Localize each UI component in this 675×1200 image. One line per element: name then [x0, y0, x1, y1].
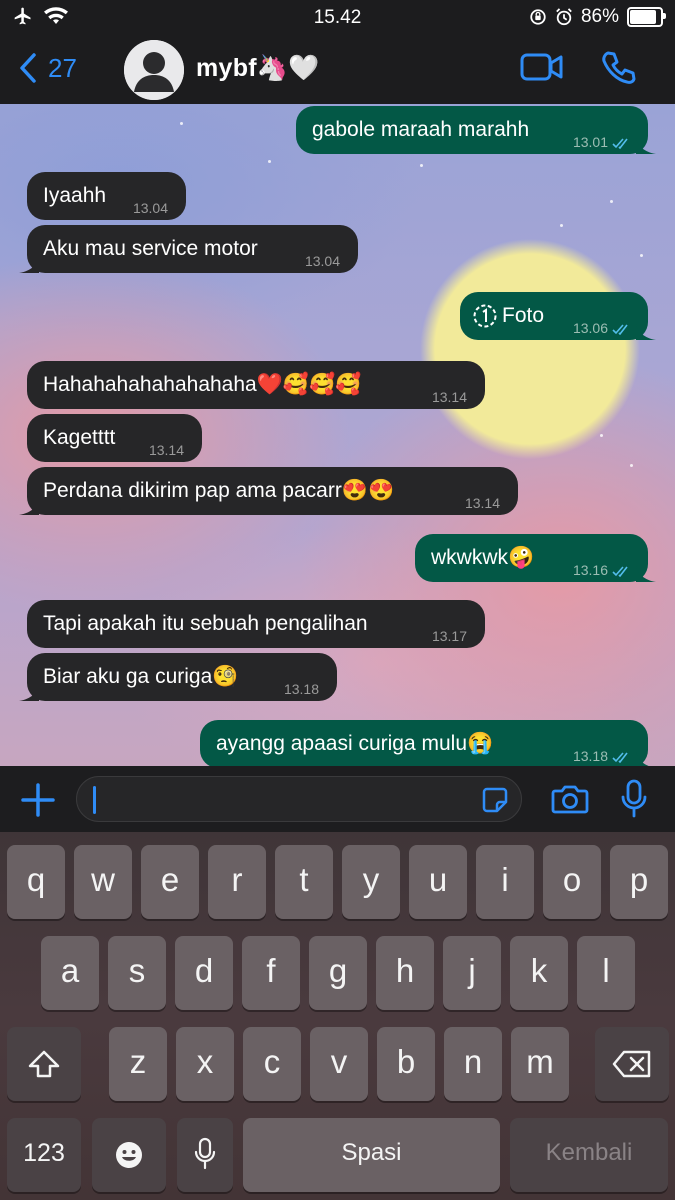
- message-incoming[interactable]: Kagetttt 13.14: [27, 414, 202, 462]
- view-once-icon: [473, 304, 497, 328]
- message-incoming[interactable]: Hahahahahahahahaha❤️🥰🥰🥰 13.14: [27, 361, 485, 409]
- microphone-icon[interactable]: [620, 779, 648, 819]
- key-n[interactable]: n: [444, 1027, 502, 1101]
- battery-icon: [627, 7, 666, 27]
- message-time: 13.14: [431, 389, 467, 405]
- message-text: Kagetttt: [43, 426, 116, 449]
- message-incoming[interactable]: Aku mau service motor 13.04: [19, 225, 358, 273]
- message-time: 13.04: [132, 200, 168, 216]
- compose-bar: [0, 766, 675, 832]
- message-incoming[interactable]: Biar aku ga curiga🧐 13.18: [19, 653, 337, 701]
- message-text: Iyaahh: [43, 184, 107, 207]
- key-o[interactable]: o: [543, 845, 601, 919]
- key-k[interactable]: k: [510, 936, 568, 1010]
- key-z[interactable]: z: [109, 1027, 167, 1101]
- message-text: wkwkwk🤪: [431, 546, 535, 569]
- message-time: 13.06: [572, 320, 608, 336]
- battery-percent: 86%: [580, 6, 619, 27]
- message-text: Perdana dikirim pap ama pacarr😍😍: [43, 479, 395, 502]
- message-incoming[interactable]: Tapi apakah itu sebuah pengalihan 13.17: [27, 600, 485, 648]
- read-ticks-icon: [612, 566, 628, 577]
- message-time: 13.16: [572, 562, 608, 578]
- back-button[interactable]: 27: [18, 52, 77, 84]
- message-text: ayangg apaasi curiga mulu😭: [216, 732, 494, 755]
- key-d[interactable]: d: [175, 936, 233, 1010]
- key-m[interactable]: m: [511, 1027, 569, 1101]
- message-time: 13.14: [148, 442, 184, 458]
- shift-icon: [28, 1050, 60, 1078]
- message-outgoing[interactable]: wkwkwk🤪 13.16: [415, 534, 656, 582]
- key-b[interactable]: b: [377, 1027, 435, 1101]
- message-text: Aku mau service motor: [43, 237, 258, 260]
- status-bar: 15.42 86%: [0, 0, 675, 36]
- key-x[interactable]: x: [176, 1027, 234, 1101]
- key-t[interactable]: t: [275, 845, 333, 919]
- key-j[interactable]: j: [443, 936, 501, 1010]
- message-incoming[interactable]: Perdana dikirim pap ama pacarr😍😍 13.14: [19, 467, 518, 515]
- text-caret: [93, 786, 96, 814]
- microphone-icon: [194, 1137, 216, 1170]
- key-f[interactable]: f: [242, 936, 300, 1010]
- chevron-left-icon: [20, 53, 36, 83]
- key-r[interactable]: r: [208, 845, 266, 919]
- backspace-icon: [612, 1050, 651, 1078]
- unread-count: 27: [48, 52, 77, 83]
- phone-icon[interactable]: [600, 50, 636, 86]
- key-g[interactable]: g: [309, 936, 367, 1010]
- key-y[interactable]: y: [342, 845, 400, 919]
- message-text: gabole maraah marahh: [312, 118, 530, 141]
- message-text: Biar aku ga curiga🧐: [43, 665, 239, 688]
- message-text: Hahahahahahahahaha❤️🥰🥰🥰: [43, 373, 362, 396]
- backspace-key[interactable]: [595, 1027, 669, 1101]
- dictation-key[interactable]: [177, 1118, 233, 1192]
- message-time: 13.18: [283, 681, 319, 697]
- emoji-key[interactable]: [92, 1118, 166, 1192]
- key-s[interactable]: s: [108, 936, 166, 1010]
- numbers-key[interactable]: 123: [7, 1118, 81, 1192]
- message-time: 13.17: [431, 628, 467, 644]
- key-i[interactable]: i: [476, 845, 534, 919]
- key-q[interactable]: q: [7, 845, 65, 919]
- alarm-icon: [556, 8, 572, 26]
- message-input[interactable]: [76, 776, 522, 822]
- video-call-icon[interactable]: [520, 50, 564, 84]
- space-key[interactable]: Spasi: [243, 1118, 500, 1192]
- sticker-icon[interactable]: [481, 786, 509, 814]
- key-h[interactable]: h: [376, 936, 434, 1010]
- key-u[interactable]: u: [409, 845, 467, 919]
- message-time: 13.18: [572, 748, 608, 764]
- message-outgoing[interactable]: ayangg apaasi curiga mulu😭 13.18: [200, 720, 649, 766]
- message-time: 13.14: [464, 495, 500, 511]
- return-key[interactable]: Kembali: [510, 1118, 668, 1192]
- message-time: 13.04: [304, 253, 340, 269]
- avatar[interactable]: [124, 40, 184, 100]
- emoji-icon: [116, 1142, 142, 1168]
- plus-icon[interactable]: [20, 782, 56, 818]
- contact-name[interactable]: mybf🦄🤍: [196, 54, 320, 83]
- camera-icon[interactable]: [551, 783, 589, 815]
- read-ticks-icon: [612, 138, 628, 149]
- message-text: Foto: [502, 304, 545, 327]
- message-list[interactable]: gabole maraah marahh 13.01 Iyaahh 13.04 …: [0, 104, 675, 766]
- key-e[interactable]: e: [141, 845, 199, 919]
- message-incoming[interactable]: Iyaahh 13.04: [27, 172, 186, 220]
- message-outgoing[interactable]: gabole maraah marahh 13.01: [296, 106, 656, 154]
- message-text: Tapi apakah itu sebuah pengalihan: [43, 612, 368, 635]
- read-ticks-icon: [612, 324, 628, 335]
- key-l[interactable]: l: [577, 936, 635, 1010]
- read-ticks-icon: [612, 752, 628, 763]
- keyboard: 123 Spasi Kembali qwertyuiop asdfghjkl zxc…: [0, 832, 675, 1200]
- message-time: 13.01: [572, 134, 608, 150]
- key-p[interactable]: p: [610, 845, 668, 919]
- key-v[interactable]: v: [310, 1027, 368, 1101]
- shift-key[interactable]: [7, 1027, 81, 1101]
- chat-header: 27 mybf🦄🤍: [0, 36, 675, 104]
- key-w[interactable]: w: [74, 845, 132, 919]
- message-outgoing[interactable]: Foto 13.06: [460, 292, 656, 340]
- key-a[interactable]: a: [41, 936, 99, 1010]
- rotation-lock-icon: [530, 9, 546, 25]
- key-c[interactable]: c: [243, 1027, 301, 1101]
